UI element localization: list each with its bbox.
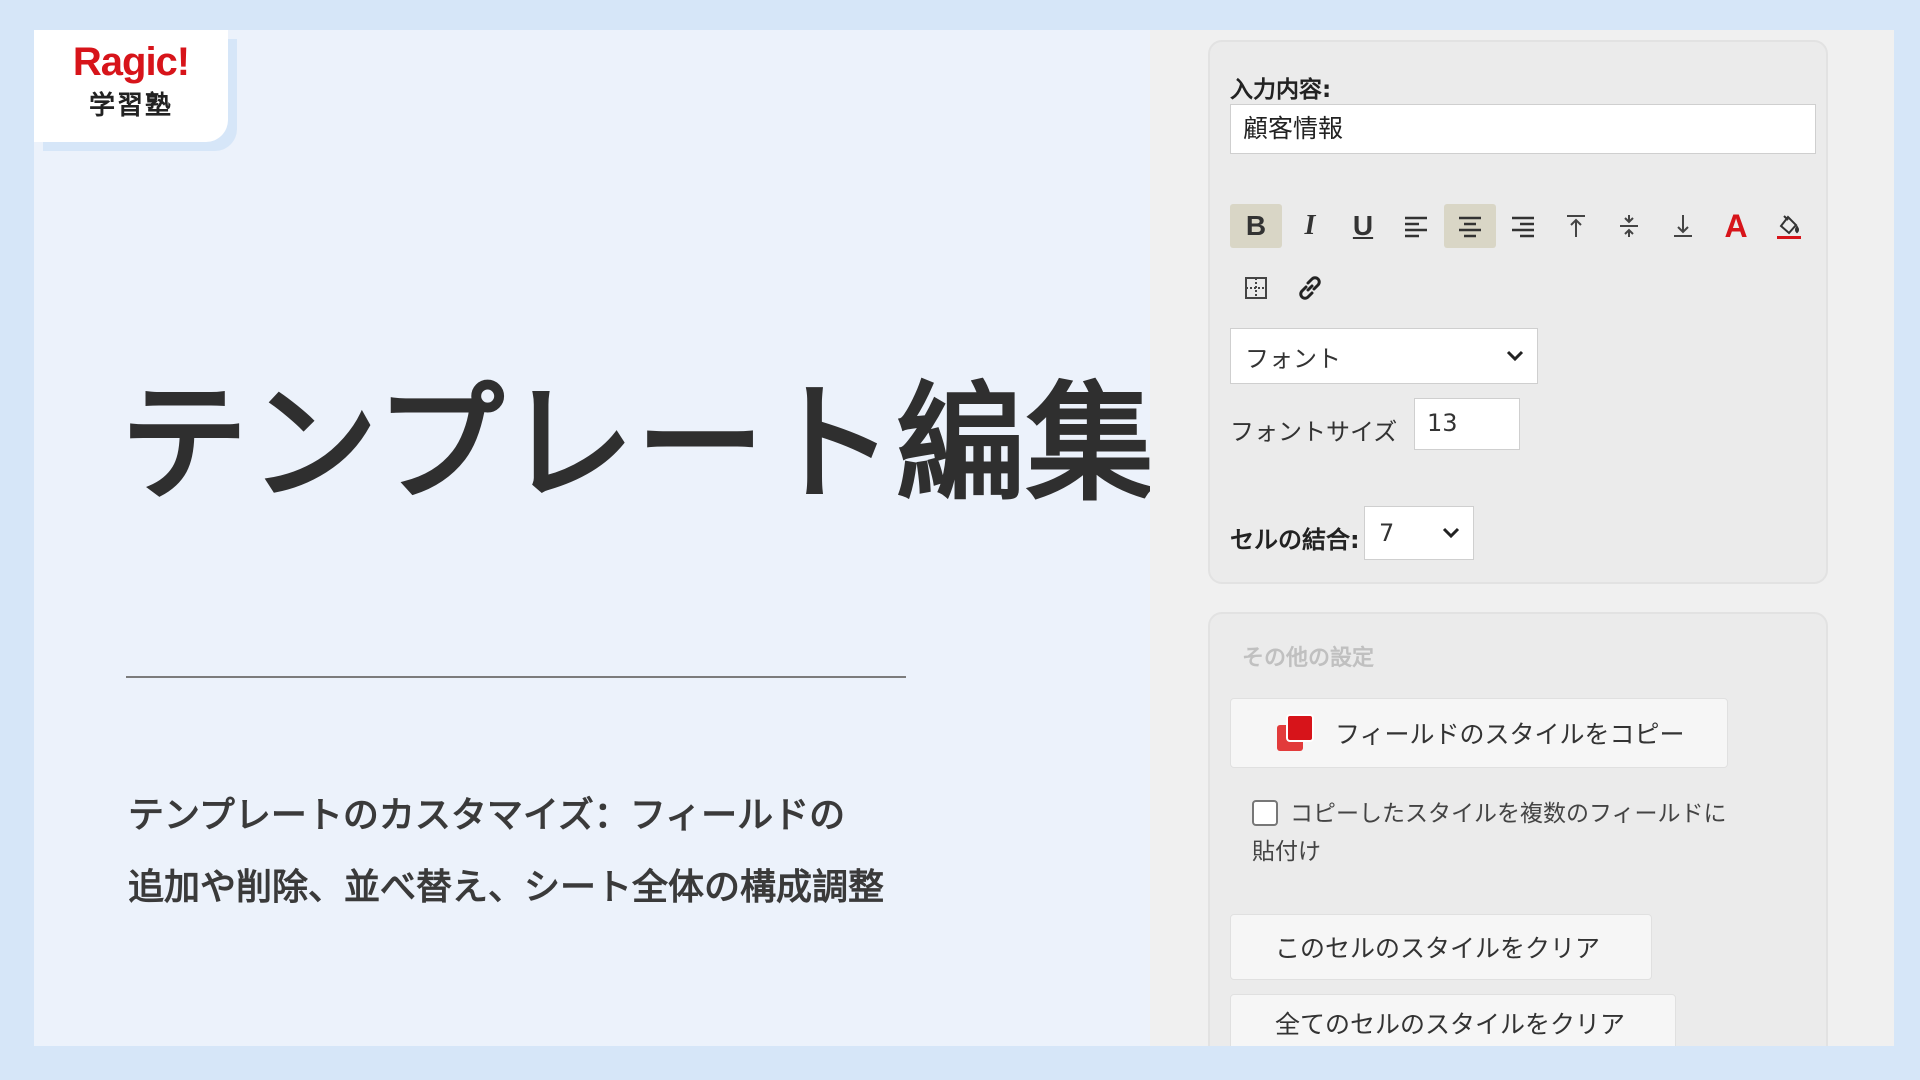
font-color-button[interactable]: A — [1710, 204, 1762, 248]
description-line-2: 追加や削除、並べ替え、シート全体の構成調整 — [128, 867, 885, 908]
other-settings-title: その他の設定 — [1242, 646, 1375, 671]
logo-subtitle: 学習塾 — [88, 91, 173, 121]
copy-style-button[interactable]: フィールドのスタイルをコピー — [1230, 698, 1728, 768]
divider — [126, 676, 906, 678]
frame-bottom — [0, 1046, 1920, 1080]
logo: Ragic! 学習塾 — [34, 30, 228, 142]
fill-color-button[interactable] — [1763, 204, 1815, 248]
underline-button[interactable]: U — [1337, 204, 1389, 248]
underline-icon: U — [1352, 210, 1374, 241]
valign-top-icon — [1567, 215, 1585, 237]
merge-select[interactable]: 7 — [1364, 506, 1474, 560]
merge-select-value: 7 — [1379, 519, 1395, 547]
paste-multiple-label-2: 貼付け — [1252, 839, 1321, 865]
valign-middle-icon — [1620, 215, 1638, 237]
border-button[interactable] — [1230, 266, 1282, 310]
align-right-button[interactable] — [1497, 204, 1549, 248]
clear-cell-style-button[interactable]: このセルのスタイルをクリア — [1230, 914, 1652, 980]
italic-button[interactable]: I — [1284, 204, 1336, 248]
link-icon — [1299, 276, 1321, 300]
copy-style-label: フィールドのスタイルをコピー — [1335, 720, 1685, 749]
paste-multiple-checkbox[interactable] — [1252, 800, 1278, 826]
content-input[interactable]: 顧客情報 — [1230, 104, 1816, 154]
logo-brand: Ragic! — [72, 40, 190, 84]
page-title: テンプレート編集 — [120, 370, 1157, 519]
frame-right — [1894, 0, 1920, 1080]
paste-multiple-label-1: コピーしたスタイルを複数のフィールドに — [1290, 801, 1727, 827]
copy-style-icon — [1277, 714, 1314, 751]
clear-cell-style-label: このセルのスタイルをクリア — [1275, 934, 1601, 963]
chevron-down-icon — [1442, 527, 1460, 539]
fill-color-icon — [1777, 215, 1801, 239]
valign-top-button[interactable] — [1550, 204, 1602, 248]
bold-button[interactable]: B — [1230, 204, 1282, 248]
bold-icon: B — [1245, 210, 1267, 241]
align-right-icon — [1512, 216, 1534, 238]
align-left-icon — [1405, 216, 1427, 238]
valign-bottom-button[interactable] — [1657, 204, 1709, 248]
input-label: 入力内容: — [1230, 77, 1332, 103]
font-select-value: フォント — [1245, 344, 1341, 373]
align-center-button[interactable] — [1444, 204, 1496, 248]
border-icon — [1245, 277, 1267, 299]
description-line-1: テンプレートのカスタマイズ：フィールドの — [128, 795, 846, 836]
merge-label: セルの結合: — [1230, 526, 1360, 554]
font-size-input[interactable]: 13 — [1414, 398, 1520, 450]
clear-all-style-label: 全てのセルのスタイルをクリア — [1275, 1010, 1626, 1039]
align-left-button[interactable] — [1390, 204, 1442, 248]
chevron-down-icon — [1506, 350, 1524, 362]
align-center-icon — [1459, 216, 1481, 238]
link-button[interactable] — [1284, 266, 1336, 310]
valign-bottom-icon — [1674, 215, 1692, 237]
valign-middle-button[interactable] — [1603, 204, 1655, 248]
font-size-label: フォントサイズ — [1230, 418, 1398, 446]
font-select[interactable]: フォント — [1230, 328, 1538, 384]
font-color-icon: A — [1724, 207, 1748, 244]
italic-icon: I — [1304, 210, 1316, 241]
clear-all-style-button[interactable]: 全てのセルのスタイルをクリア — [1230, 994, 1676, 1052]
